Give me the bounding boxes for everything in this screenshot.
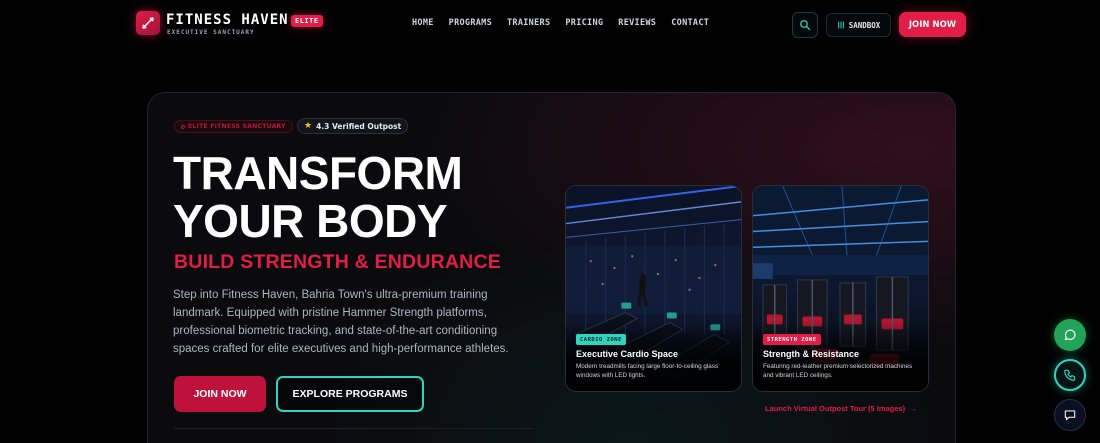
nav-pricing[interactable]: PRICING xyxy=(565,18,603,28)
chat-button[interactable] xyxy=(1054,399,1086,431)
strength-card-title: Strength & Resistance xyxy=(763,349,860,359)
cardio-card-title: Executive Cardio Space xyxy=(576,349,679,359)
sandbox-label: SANDBOX xyxy=(848,20,881,30)
sliders-icon xyxy=(837,21,844,29)
strength-zone-card[interactable]: STRENGTH ZONE Strength & Resistance Feat… xyxy=(752,185,929,392)
hero-section: ELITE FITNESS SANCTUARY ★ 4.3 Verified O… xyxy=(147,92,956,443)
whatsapp-button[interactable] xyxy=(1054,319,1086,351)
strength-zone-tag: STRENGTH ZONE xyxy=(763,334,821,345)
search-icon xyxy=(800,20,811,31)
hero-description: Step into Fitness Haven, Bahria Town's u… xyxy=(173,289,509,355)
cardio-card-description: Modern treadmills facing large floor-to-… xyxy=(576,363,719,379)
search-button[interactable] xyxy=(792,12,818,38)
brand-badge: ELITE xyxy=(291,15,323,27)
cardio-zone-tag: CARDIO ZONE xyxy=(576,334,626,345)
hero-subheadline: BUILD STRENGTH & ENDURANCE xyxy=(174,251,501,273)
sandbox-button[interactable]: SANDBOX xyxy=(826,13,891,37)
elite-pill: ELITE FITNESS SANCTUARY xyxy=(174,120,293,133)
nav-home[interactable]: HOME xyxy=(412,18,434,28)
rating-pill: ★ 4.3 Verified Outpost xyxy=(297,118,409,134)
join-now-header-button[interactable]: JOIN NOW xyxy=(899,12,966,37)
whatsapp-icon xyxy=(1064,329,1076,341)
main-nav: HOME PROGRAMS TRAINERS PRICING REVIEWS C… xyxy=(412,18,724,28)
dot-icon xyxy=(181,124,185,129)
brand-name[interactable]: FITNESS HAVEN xyxy=(166,12,289,28)
nav-trainers[interactable]: TRAINERS xyxy=(507,18,550,28)
site-header: FITNESS HAVEN ELITE EXECUTIVE SANCTUARY … xyxy=(0,0,1100,50)
nav-programs[interactable]: PROGRAMS xyxy=(449,18,492,28)
elite-pill-label: ELITE FITNESS SANCTUARY xyxy=(188,123,286,130)
phone-button[interactable] xyxy=(1054,359,1086,391)
virtual-tour-link[interactable]: Launch Virtual Outpost Tour (5 Images) → xyxy=(765,404,917,413)
brand-tagline: EXECUTIVE SANCTUARY xyxy=(167,29,255,36)
cardio-zone-card[interactable]: CARDIO ZONE Executive Cardio Space Moder… xyxy=(565,185,742,392)
nav-contact[interactable]: CONTACT xyxy=(671,18,709,28)
hero-headline: TRANSFORM YOUR BODY xyxy=(173,147,463,247)
star-icon: ★ xyxy=(304,121,313,131)
divider xyxy=(174,428,534,429)
strength-card-description: Featuring red-leather premium selectoriz… xyxy=(763,363,913,379)
phone-icon xyxy=(1064,369,1076,381)
headline-line-1: TRANSFORM xyxy=(173,147,463,199)
headline-line-2: YOUR BODY xyxy=(173,195,448,247)
explore-programs-button[interactable]: EXPLORE PROGRAMS xyxy=(276,376,424,412)
rating-label: 4.3 Verified Outpost xyxy=(316,121,402,131)
chat-icon xyxy=(1064,410,1076,421)
nav-reviews[interactable]: REVIEWS xyxy=(618,18,656,28)
logo-icon[interactable] xyxy=(136,11,160,35)
virtual-tour-label: Launch Virtual Outpost Tour (5 Images) xyxy=(765,404,906,413)
join-now-button[interactable]: JOIN NOW xyxy=(174,376,266,412)
arrow-right-icon: → xyxy=(909,404,917,413)
